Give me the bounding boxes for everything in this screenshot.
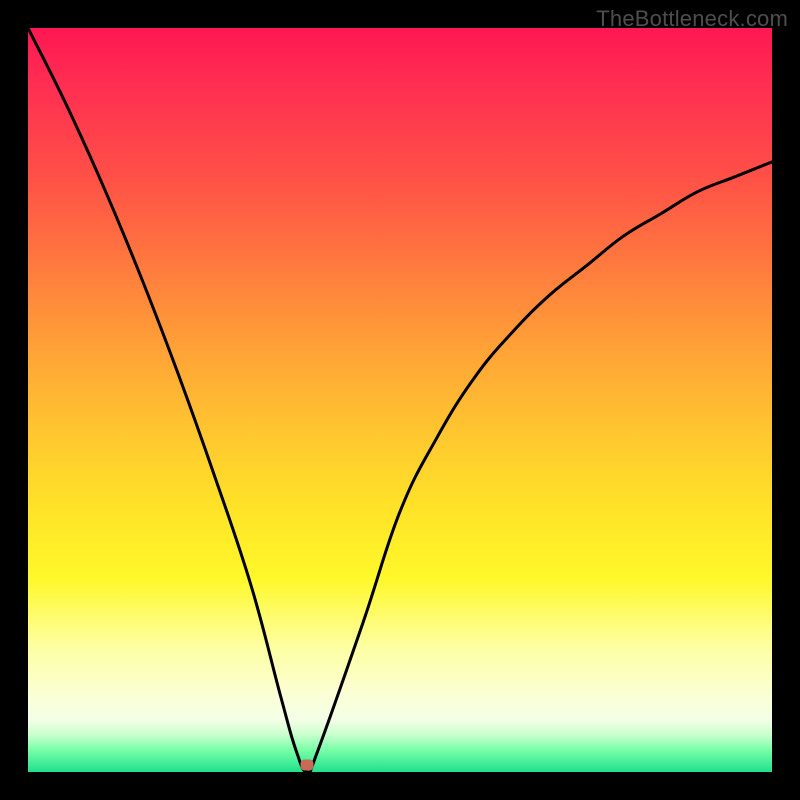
plot-area [28, 28, 772, 772]
bottleneck-curve [28, 28, 772, 772]
chart-frame: TheBottleneck.com [0, 0, 800, 800]
optimal-point-marker [301, 759, 314, 770]
